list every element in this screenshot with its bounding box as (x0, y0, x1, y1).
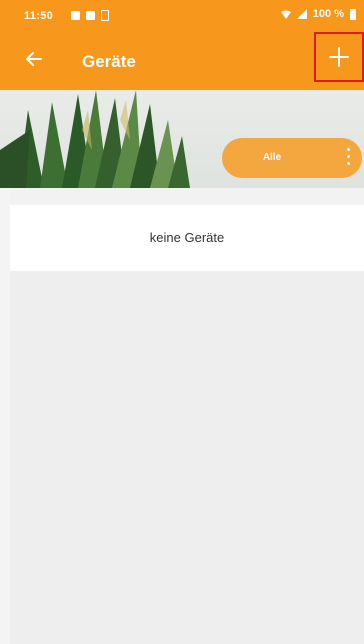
phone-notification-icon (101, 10, 109, 21)
more-vertical-icon[interactable] (346, 148, 350, 168)
filter-dropdown[interactable]: Alle (222, 138, 362, 178)
status-bar: 11:50 100 % (0, 0, 364, 34)
page-title: Geräte (82, 52, 136, 71)
back-button[interactable] (22, 48, 52, 76)
message-notification-icon (86, 11, 95, 20)
empty-state-text: keine Geräte (149, 230, 225, 245)
battery-icon (350, 8, 356, 20)
empty-state-card: keine Geräte (10, 205, 364, 271)
notification-icons (71, 10, 109, 21)
plus-icon (329, 47, 349, 67)
device-list-area (10, 271, 364, 644)
status-time: 11:50 (24, 10, 54, 22)
signal-icon (296, 9, 307, 19)
wifi-icon (280, 10, 291, 19)
battery-percentage: 100 % (312, 8, 344, 20)
add-device-button[interactable] (314, 32, 364, 82)
left-margin (0, 188, 10, 644)
image-notification-icon (71, 11, 80, 20)
arrow-left-icon (26, 52, 42, 66)
filter-label: Alle (262, 152, 282, 163)
system-icons: 100 % (280, 8, 356, 20)
app-bar: Geräte (0, 32, 364, 90)
